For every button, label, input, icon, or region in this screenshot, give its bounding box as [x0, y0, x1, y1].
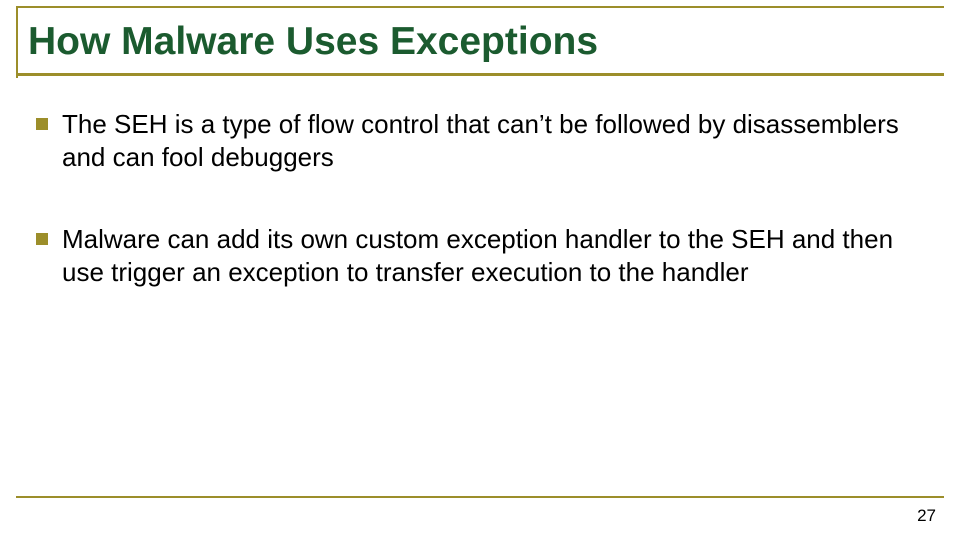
slide-body: The SEH is a type of flow control that c… — [36, 108, 924, 337]
footer-rule — [16, 496, 944, 498]
title-underline — [16, 73, 944, 76]
bullet-text: Malware can add its own custom exception… — [62, 223, 924, 290]
slide: How Malware Uses Exceptions The SEH is a… — [0, 0, 960, 540]
bullet-text: The SEH is a type of flow control that c… — [62, 108, 924, 175]
bullet-item: The SEH is a type of flow control that c… — [36, 108, 924, 175]
slide-title: How Malware Uses Exceptions — [28, 20, 598, 64]
bullet-marker-icon — [36, 233, 48, 245]
bullet-item: Malware can add its own custom exception… — [36, 223, 924, 290]
bullet-marker-icon — [36, 118, 48, 130]
title-frame: How Malware Uses Exceptions — [16, 6, 944, 76]
title-left-border — [16, 6, 18, 78]
title-top-border — [16, 6, 944, 8]
page-number: 27 — [917, 506, 936, 526]
